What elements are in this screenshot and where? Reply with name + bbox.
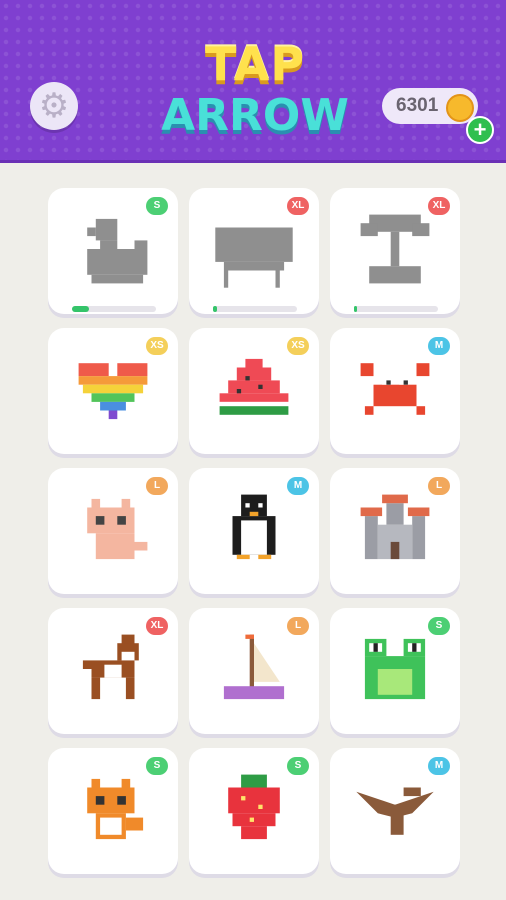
frog-art — [364, 638, 426, 700]
watermelon-art — [219, 358, 289, 415]
piano-silhouette — [215, 227, 293, 288]
coin-counter: 6301 — [382, 88, 478, 124]
dog-art — [82, 634, 139, 700]
logo-line1: TAP — [204, 37, 306, 91]
rainbow-heart-art — [78, 363, 148, 420]
level-card-castle[interactable]: L — [330, 468, 460, 594]
penguin-art — [232, 494, 276, 560]
level-card-watermelon[interactable]: XS — [189, 328, 319, 454]
pterodactyl-art — [356, 787, 434, 835]
level-card-palm-island[interactable]: XL — [330, 188, 460, 314]
level-card-dog[interactable]: XL — [48, 608, 178, 734]
logo-line2: ARROW — [161, 90, 349, 141]
level-card-piano[interactable]: XL — [189, 188, 319, 314]
duck-silhouette — [87, 218, 148, 284]
level-card-fox[interactable]: S — [48, 748, 178, 874]
level-card-cat[interactable]: L — [48, 468, 178, 594]
level-card-rainbow-heart[interactable]: XS — [48, 328, 178, 454]
level-card-penguin[interactable]: M — [189, 468, 319, 594]
level-card-duck[interactable]: S — [48, 188, 178, 314]
palm-silhouette — [360, 214, 430, 284]
game-logo: TAP ARROW — [160, 38, 350, 150]
gear-icon: ⚙ — [38, 87, 70, 125]
cat-art — [87, 498, 148, 560]
coin-amount: 6301 — [396, 95, 439, 116]
progress-bar — [72, 306, 156, 312]
sailboat-art — [223, 634, 285, 700]
fox-art — [87, 778, 144, 840]
header: ⚙ TAP ARROW 6301 + — [0, 0, 506, 163]
level-card-crab[interactable]: M — [330, 328, 460, 454]
level-card-sailboat[interactable]: L — [189, 608, 319, 734]
level-card-frog[interactable]: S — [330, 608, 460, 734]
level-card-pterodactyl[interactable]: M — [330, 748, 460, 874]
progress-bar — [213, 306, 297, 312]
crab-art — [360, 363, 430, 415]
coin-icon — [446, 94, 474, 122]
progress-bar — [354, 306, 438, 312]
castle-art — [360, 494, 430, 560]
settings-button[interactable]: ⚙ — [30, 82, 78, 130]
level-card-strawberry[interactable]: S — [189, 748, 319, 874]
add-coins-button[interactable]: + — [466, 116, 494, 144]
strawberry-art — [228, 774, 280, 840]
